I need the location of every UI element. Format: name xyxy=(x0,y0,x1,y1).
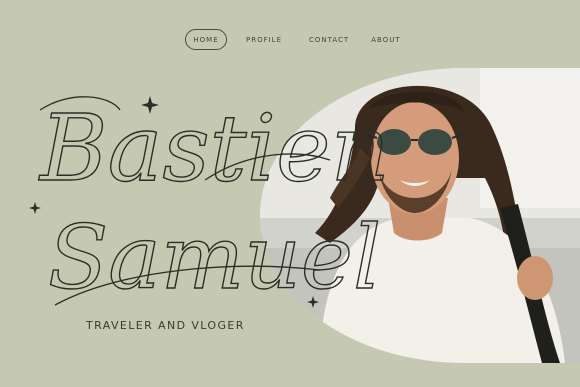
portrait-illustration xyxy=(260,68,580,363)
nav-profile-link[interactable]: PROFILE xyxy=(246,36,282,44)
hero-page: HOME PROFILE CONTACT ABOUT Bastien Samue… xyxy=(0,0,580,387)
sparkle-icon xyxy=(29,202,41,214)
nav-contact-link[interactable]: CONTACT xyxy=(309,36,349,44)
nav-about-link[interactable]: ABOUT xyxy=(371,36,400,44)
sparkle-icon xyxy=(141,96,159,114)
portrait-photo xyxy=(260,68,580,363)
main-nav: HOME PROFILE CONTACT ABOUT xyxy=(185,29,401,50)
nav-home-link[interactable]: HOME xyxy=(185,29,227,50)
tagline: TRAVELER AND VLOGER xyxy=(86,319,245,332)
name-swash xyxy=(39,96,121,111)
